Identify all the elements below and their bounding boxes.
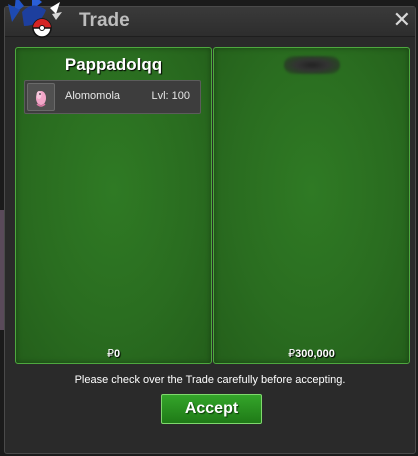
- partner-money-offer: ₽300,000: [214, 347, 409, 360]
- close-icon[interactable]: ✕: [393, 8, 411, 33]
- my-money-amount: 0: [113, 348, 121, 360]
- partner-offer-panel: ₽300,000: [213, 47, 410, 364]
- pokemon-logo-icon: [8, 0, 62, 38]
- pokemon-icon: [27, 83, 55, 111]
- trade-notice: Please check over the Trade carefully be…: [74, 374, 346, 386]
- trade-window: Trade ✕ Pappadolqq Alomomola Lvl: 100 ₽0…: [4, 6, 416, 454]
- window-title: Trade: [79, 10, 130, 31]
- partner-money-amount: 300,000: [295, 348, 335, 360]
- redacted-player-name: [284, 56, 340, 74]
- my-money-offer: ₽0: [16, 347, 211, 360]
- accept-button[interactable]: Accept: [161, 394, 262, 424]
- my-player-name: Pappadolqq: [64, 55, 163, 74]
- offered-item[interactable]: Alomomola Lvl: 100: [24, 80, 201, 114]
- item-name: Alomomola: [65, 90, 121, 102]
- item-level: Lvl: 100: [151, 90, 190, 102]
- currency-icon: ₽: [106, 347, 114, 360]
- my-offer-panel: Pappadolqq Alomomola Lvl: 100 ₽0: [15, 47, 212, 364]
